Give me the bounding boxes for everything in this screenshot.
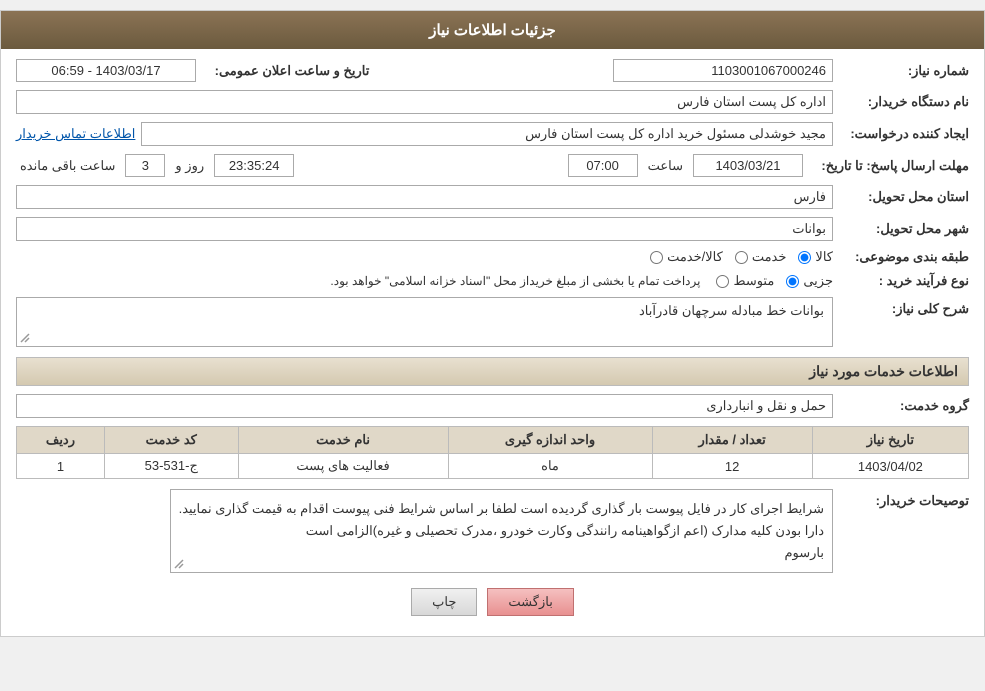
deadline-remain: 23:35:24 [214,154,294,177]
radio-item-jozvi: جزیی [786,273,833,289]
radio-motevaset[interactable] [716,275,729,288]
province-value: فارس [16,185,833,209]
deadline-day-label: روز و [175,158,204,174]
deadline-date: 1403/03/21 [693,154,803,177]
row-creator: ایجاد کننده درخواست: مجید خوشدلی مسئول خ… [16,122,969,146]
city-label: شهر محل تحویل: [839,221,969,237]
radio-item-motevaset: متوسط [716,273,774,289]
col-quantity: تعداد / مقدار [652,427,812,454]
radio-khadamat[interactable] [735,251,748,264]
row-category: طبقه بندی موضوعی: کالا/خدمت خدمت کالا [16,249,969,265]
buyer-desc-label: توصیحات خریدار: [839,489,969,509]
row-purchase-type: نوع فرآیند خرید : متوسط جزیی پرداخت تمام… [16,273,969,289]
row-buyer-desc: توصیحات خریدار: شرایط اجرای کار در فایل … [16,489,969,573]
buyer-desc-box: شرایط اجرای کار در فایل پیوست بار گذاری … [170,489,833,573]
row-service-group: گروه خدمت: حمل و نقل و انبارداری [16,394,969,418]
city-value: بوانات [16,217,833,241]
buyer-desc-value: شرایط اجرای کار در فایل پیوست بار گذاری … [179,501,824,560]
print-button[interactable]: چاپ [411,588,477,616]
content-area: شماره نیاز: 1103001067000246 تاریخ و ساع… [1,49,984,636]
back-button[interactable]: بازگشت [487,588,573,616]
col-service-name: نام خدمت [238,427,448,454]
row-buyer-org: نام دستگاه خریدار: اداره کل پست استان فا… [16,90,969,114]
description-label: شرح کلی نیاز: [839,297,969,317]
radio-item-kala: کالا [798,249,833,265]
radio-item-khadamat: خدمت [735,249,787,265]
radio-jozvi-label: جزیی [803,273,833,289]
row-province: استان محل تحویل: فارس [16,185,969,209]
announce-date-value: 1403/03/17 - 06:59 [16,59,196,82]
row-deadline: مهلت ارسال پاسخ: تا تاریخ: 1403/03/21 سا… [16,154,969,177]
radio-motevaset-label: متوسط [733,273,774,289]
purchase-type-radio-group: متوسط جزیی [716,273,833,289]
province-label: استان محل تحویل: [839,189,969,205]
page-container: جزئیات اطلاعات نیاز شماره نیاز: 11030010… [0,10,985,637]
col-service-code: کد خدمت [104,427,238,454]
creator-value: مجید خوشدلی مسئول خرید اداره کل پست استا… [141,122,833,146]
need-number-label: شماره نیاز: [839,63,969,79]
page-title: جزئیات اطلاعات نیاز [429,22,556,39]
radio-kala-label: کالا [815,249,833,265]
row-city: شهر محل تحویل: بوانات [16,217,969,241]
deadline-remain-label: ساعت باقی مانده [20,158,115,174]
buyer-org-value: اداره کل پست استان فارس [16,90,833,114]
col-date: تاریخ نیاز [812,427,968,454]
purchase-type-label: نوع فرآیند خرید : [839,273,969,289]
deadline-time: 07:00 [568,154,638,177]
cell-row-num: 1 [17,454,105,479]
deadline-days: 3 [125,154,165,177]
description-value: بوانات خط مبادله سرچهان قادرآباد [639,303,824,318]
announce-date-label: تاریخ و ساعت اعلان عمومی: [202,63,382,79]
cell-unit: ماه [448,454,652,479]
category-radio-group: کالا/خدمت خدمت کالا [650,249,833,265]
deadline-time-label: ساعت [648,158,683,174]
description-box: بوانات خط مبادله سرچهان قادرآباد [16,297,833,347]
col-row-num: ردیف [17,427,105,454]
service-group-value: حمل و نقل و انبارداری [16,394,833,418]
cell-service-code: ج-531-53 [104,454,238,479]
category-label: طبقه بندی موضوعی: [839,249,969,265]
services-section-title: اطلاعات خدمات مورد نیاز [16,357,969,386]
contact-link[interactable]: اطلاعات تماس خریدار [16,126,135,142]
button-row: بازگشت چاپ [16,588,969,616]
radio-kala-khadamat-label: کالا/خدمت [667,249,723,265]
purchase-note: پرداخت تمام یا بخشی از مبلغ خریداز محل "… [330,274,700,288]
cell-service-name: فعالیت های پست [238,454,448,479]
creator-label: ایجاد کننده درخواست: [839,126,969,142]
buyer-desc-resize-icon[interactable] [173,558,185,570]
deadline-label: مهلت ارسال پاسخ: تا تاریخ: [809,158,969,174]
cell-quantity: 12 [652,454,812,479]
need-number-value: 1103001067000246 [613,59,833,82]
service-group-label: گروه خدمت: [839,398,969,414]
cell-date: 1403/04/02 [812,454,968,479]
radio-kala-khadamat[interactable] [650,251,663,264]
page-header: جزئیات اطلاعات نیاز [1,11,984,49]
resize-handle-icon[interactable] [19,332,31,344]
radio-item-kala-khadamat: کالا/خدمت [650,249,723,265]
col-unit: واحد اندازه گیری [448,427,652,454]
table-row: 1403/04/02 12 ماه فعالیت های پست ج-531-5… [17,454,969,479]
radio-khadamat-label: خدمت [752,249,787,265]
buyer-org-label: نام دستگاه خریدار: [839,94,969,110]
row-need-number: شماره نیاز: 1103001067000246 تاریخ و ساع… [16,59,969,82]
radio-jozvi[interactable] [786,275,799,288]
row-description: شرح کلی نیاز: بوانات خط مبادله سرچهان قا… [16,297,969,347]
radio-kala[interactable] [798,251,811,264]
services-table: تاریخ نیاز تعداد / مقدار واحد اندازه گیر… [16,426,969,479]
table-header-row: تاریخ نیاز تعداد / مقدار واحد اندازه گیر… [17,427,969,454]
